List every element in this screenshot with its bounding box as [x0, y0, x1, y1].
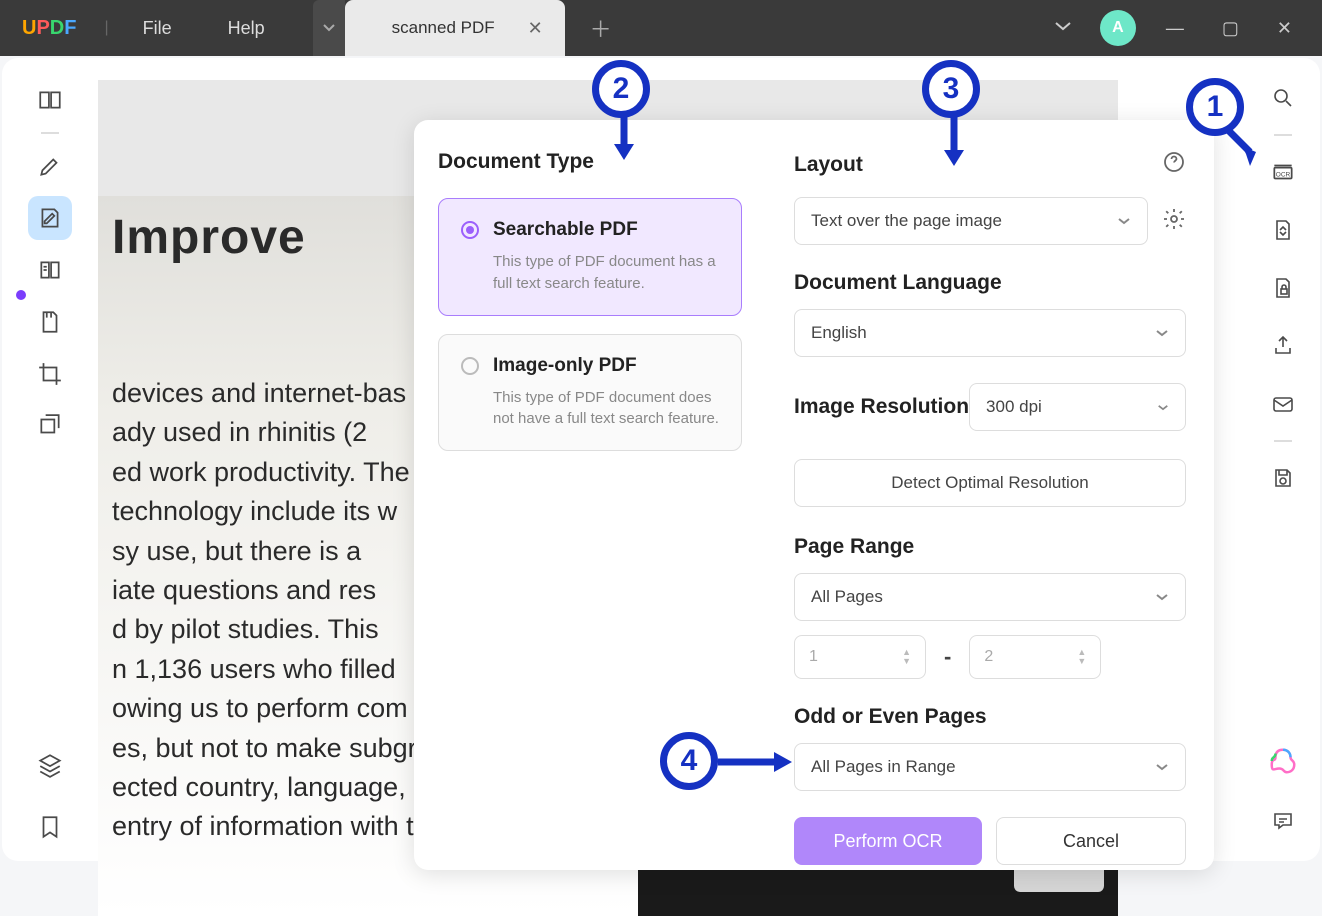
radio-searchable[interactable] [461, 221, 479, 239]
layout-select[interactable]: Text over the page image [794, 197, 1148, 245]
detect-resolution-button[interactable]: Detect Optimal Resolution [794, 459, 1186, 507]
perform-ocr-button[interactable]: Perform OCR [794, 817, 982, 865]
ai-assistant-icon[interactable] [1261, 739, 1305, 783]
layout-label: Layout [794, 153, 863, 177]
batch-tool[interactable] [28, 404, 72, 448]
menu-help[interactable]: Help [200, 18, 293, 39]
tab-scanned-pdf[interactable]: scanned PDF ✕ [345, 0, 565, 56]
annotation-callout-1: 1 [1186, 78, 1244, 136]
ocr-panel: Document Type Searchable PDF This type o… [414, 120, 1214, 870]
right-toolbar: OCR [1246, 58, 1320, 861]
language-value: English [811, 323, 867, 343]
range-dash: - [944, 644, 951, 670]
share-icon[interactable] [1261, 324, 1305, 368]
window-maximize[interactable]: ▢ [1214, 12, 1247, 45]
annotation-callout-4: 4 [660, 732, 718, 790]
user-avatar[interactable]: A [1100, 10, 1136, 46]
radio-image-only[interactable] [461, 357, 479, 375]
spinner-icon[interactable]: ▲▼ [1077, 648, 1086, 666]
tab-close-button[interactable]: ✕ [524, 14, 547, 43]
rail-separator [1274, 440, 1292, 442]
tab-dropdown[interactable] [313, 0, 345, 56]
range-to-input[interactable]: 2 ▲▼ [969, 635, 1101, 679]
odd-even-value: All Pages in Range [811, 757, 956, 777]
chevron-down-icon [1117, 216, 1131, 226]
email-icon[interactable] [1261, 382, 1305, 426]
cancel-button[interactable]: Cancel [996, 817, 1186, 865]
bookmark-tool[interactable] [28, 805, 72, 849]
layout-settings-icon[interactable] [1162, 207, 1186, 236]
annotation-callout-3: 3 [922, 60, 980, 118]
page-range-value: All Pages [811, 587, 883, 607]
annotation-arrow-4 [716, 750, 796, 774]
search-icon[interactable] [1261, 76, 1305, 120]
annotate-tool[interactable] [28, 144, 72, 188]
menu-file[interactable]: File [115, 18, 200, 39]
save-icon[interactable] [1261, 456, 1305, 500]
resolution-value: 300 dpi [986, 397, 1042, 417]
left-toolbar [2, 58, 98, 861]
help-icon[interactable] [1162, 150, 1186, 179]
layers-tool[interactable] [28, 743, 72, 787]
reader-tool[interactable] [28, 78, 72, 122]
protect-icon[interactable] [1261, 266, 1305, 310]
odd-even-select[interactable]: All Pages in Range [794, 743, 1186, 791]
layout-value: Text over the page image [811, 211, 1002, 231]
page-tool[interactable] [28, 248, 72, 292]
spinner-icon[interactable]: ▲▼ [902, 648, 911, 666]
document-type-heading: Document Type [438, 150, 742, 174]
option-title: Searchable PDF [493, 219, 638, 241]
chevron-down-icon [1155, 328, 1169, 338]
chevron-down-icon [1157, 403, 1169, 412]
resolution-select[interactable]: 300 dpi [969, 383, 1186, 431]
annotation-arrow-3 [940, 114, 968, 170]
option-title: Image-only PDF [493, 355, 637, 377]
title-bar: UPDF | File Help scanned PDF ✕ ＋ A — ▢ ✕ [0, 0, 1322, 56]
language-label: Document Language [794, 271, 1186, 295]
option-description: This type of PDF document does not have … [461, 387, 719, 431]
logo-separator: | [104, 19, 108, 37]
annotation-callout-2: 2 [592, 60, 650, 118]
range-to-value: 2 [984, 648, 993, 666]
language-select[interactable]: English [794, 309, 1186, 357]
crop-tool[interactable] [28, 352, 72, 396]
window-minimize[interactable]: — [1158, 12, 1192, 45]
odd-even-label: Odd or Even Pages [794, 705, 1186, 729]
titlebar-dropdown[interactable] [1048, 13, 1078, 43]
organize-tool[interactable] [28, 300, 72, 344]
option-description: This type of PDF document has a full tex… [461, 251, 719, 295]
window-close[interactable]: ✕ [1269, 12, 1300, 45]
app-logo: UPDF [0, 17, 98, 40]
rail-separator [41, 132, 59, 134]
tab-title: scanned PDF [363, 18, 524, 38]
svg-text:OCR: OCR [1276, 171, 1291, 178]
app-body: OCR Improve i devices and internet-bas a… [2, 58, 1320, 861]
comment-icon[interactable] [1261, 799, 1305, 843]
page-range-label: Page Range [794, 535, 1186, 559]
ocr-button[interactable]: OCR [1261, 150, 1305, 194]
range-from-value: 1 [809, 648, 818, 666]
option-image-only-pdf[interactable]: Image-only PDF This type of PDF document… [438, 334, 742, 452]
chevron-down-icon [1155, 592, 1169, 602]
range-from-input[interactable]: 1 ▲▼ [794, 635, 926, 679]
page-range-select[interactable]: All Pages [794, 573, 1186, 621]
new-tab-button[interactable]: ＋ [581, 0, 621, 56]
chevron-down-icon [1155, 762, 1169, 772]
annotation-arrow-2 [610, 114, 638, 164]
convert-icon[interactable] [1261, 208, 1305, 252]
edit-tool[interactable] [28, 196, 72, 240]
rail-separator [1274, 134, 1292, 136]
resolution-label: Image Resolution [794, 395, 969, 419]
option-searchable-pdf[interactable]: Searchable PDF This type of PDF document… [438, 198, 742, 316]
